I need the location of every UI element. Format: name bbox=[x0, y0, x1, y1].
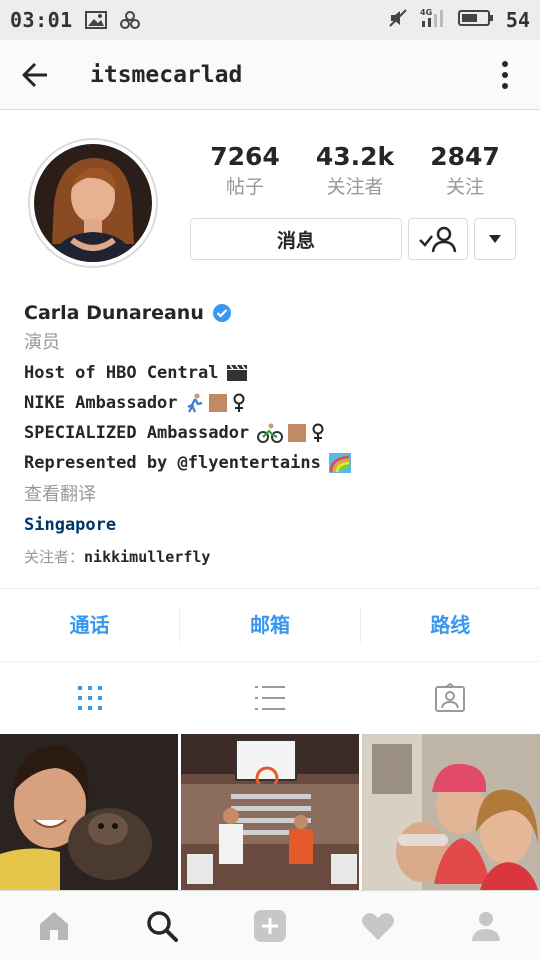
nav-home[interactable] bbox=[0, 891, 108, 960]
followed-by[interactable]: 关注者：nikkimullerfly bbox=[24, 542, 524, 572]
bio-line: Represented by @flyentertains bbox=[24, 448, 524, 478]
nav-new-post[interactable] bbox=[216, 891, 324, 960]
followers-label: 关注者 bbox=[326, 176, 384, 198]
gallery-notification-icon bbox=[84, 10, 107, 30]
tab-tagged[interactable] bbox=[360, 662, 540, 734]
running-person-icon bbox=[187, 393, 202, 413]
add-post-icon bbox=[254, 909, 286, 942]
bio-line-text: NIKE Ambassador bbox=[24, 393, 178, 413]
followed-by-prefix: 关注者： bbox=[24, 548, 85, 566]
call-button[interactable]: 通话 bbox=[0, 607, 179, 643]
bio-category: 演员 bbox=[24, 332, 60, 353]
app-notification-icon bbox=[119, 9, 141, 31]
signal-icon: 4G bbox=[420, 7, 446, 33]
profile-icon bbox=[472, 911, 500, 941]
home-icon bbox=[40, 911, 68, 940]
message-button[interactable]: 消息 bbox=[190, 218, 402, 260]
full-name: Carla Dunareanu bbox=[24, 302, 204, 324]
suggested-dropdown-button[interactable] bbox=[474, 218, 516, 260]
stat-posts[interactable]: 7264 帖子 bbox=[190, 140, 300, 200]
contact-options: 通话 邮箱 路线 bbox=[0, 588, 540, 662]
verified-badge-icon bbox=[212, 303, 232, 323]
mute-icon bbox=[388, 8, 408, 32]
status-bar: 03:01 4G 54 bbox=[0, 0, 540, 40]
cyclist-icon bbox=[257, 423, 284, 443]
profile-bio: Carla Dunareanu 演员 Host of HBO Central N… bbox=[24, 298, 524, 572]
network-label: 4G bbox=[420, 8, 432, 17]
profile-header-bar: itsmecarlad bbox=[0, 40, 540, 110]
skin-tone-icon bbox=[288, 424, 307, 442]
avatar-image bbox=[34, 144, 152, 262]
bio-line-text: Host of HBO Central bbox=[24, 363, 219, 383]
following-status-button[interactable] bbox=[408, 218, 468, 260]
nav-profile[interactable] bbox=[432, 891, 540, 960]
photo-thumbnail[interactable] bbox=[181, 734, 359, 890]
user-check-icon bbox=[419, 226, 457, 253]
email-button[interactable]: 邮箱 bbox=[180, 607, 359, 643]
grid-icon bbox=[78, 686, 102, 710]
bio-name-row: Carla Dunareanu bbox=[24, 298, 524, 328]
search-icon bbox=[147, 910, 178, 942]
followers-count: 43.2k bbox=[315, 142, 395, 171]
profile-view-tabs bbox=[0, 662, 540, 734]
skin-tone-icon bbox=[208, 394, 227, 412]
back-button[interactable] bbox=[0, 40, 70, 110]
stat-following[interactable]: 2847 关注 bbox=[410, 140, 520, 200]
more-options-button[interactable] bbox=[470, 40, 540, 110]
heart-icon bbox=[362, 912, 394, 940]
status-time: 03:01 bbox=[10, 8, 73, 32]
nav-activity[interactable] bbox=[324, 891, 432, 960]
battery-icon bbox=[457, 8, 494, 32]
tab-grid[interactable] bbox=[0, 662, 180, 734]
back-arrow-icon bbox=[22, 62, 47, 87]
nav-search[interactable] bbox=[108, 891, 216, 960]
bio-line-text: SPECIALIZED Ambassador bbox=[24, 423, 250, 443]
location-link[interactable]: Singapore bbox=[24, 510, 524, 540]
directions-button[interactable]: 路线 bbox=[361, 607, 540, 643]
posts-count: 7264 bbox=[210, 142, 280, 171]
list-icon bbox=[255, 686, 285, 710]
photo-grid bbox=[0, 734, 540, 890]
photo-thumbnail[interactable] bbox=[362, 734, 540, 890]
bio-line: NIKE Ambassador bbox=[24, 388, 524, 418]
rainbow-icon bbox=[328, 453, 351, 473]
photo-thumbnail[interactable] bbox=[0, 734, 178, 890]
bio-line: SPECIALIZED Ambassador bbox=[24, 418, 524, 448]
tagged-person-icon bbox=[435, 683, 465, 712]
stat-followers[interactable]: 43.2k 关注者 bbox=[300, 140, 410, 200]
profile-avatar[interactable] bbox=[28, 138, 158, 268]
bottom-navigation bbox=[0, 890, 540, 960]
caret-down-icon bbox=[489, 235, 501, 243]
tab-list[interactable] bbox=[180, 662, 360, 734]
following-label: 关注 bbox=[445, 176, 484, 198]
posts-label: 帖子 bbox=[225, 176, 264, 198]
female-sign-icon bbox=[312, 423, 324, 442]
battery-level: 54 bbox=[505, 8, 530, 32]
female-sign-icon bbox=[233, 393, 245, 412]
see-translation-link[interactable]: 查看翻译 bbox=[24, 480, 524, 510]
more-vertical-icon bbox=[502, 60, 508, 89]
bio-line-text: Represented by @flyentertains bbox=[24, 453, 321, 473]
following-count: 2847 bbox=[430, 142, 500, 171]
profile-username: itsmecarlad bbox=[90, 61, 243, 88]
followed-by-user: nikkimullerfly bbox=[84, 548, 211, 566]
bio-line: Host of HBO Central bbox=[24, 358, 524, 388]
clapperboard-icon bbox=[227, 364, 248, 381]
profile-stats: 7264 帖子 43.2k 关注者 2847 关注 bbox=[190, 140, 520, 200]
